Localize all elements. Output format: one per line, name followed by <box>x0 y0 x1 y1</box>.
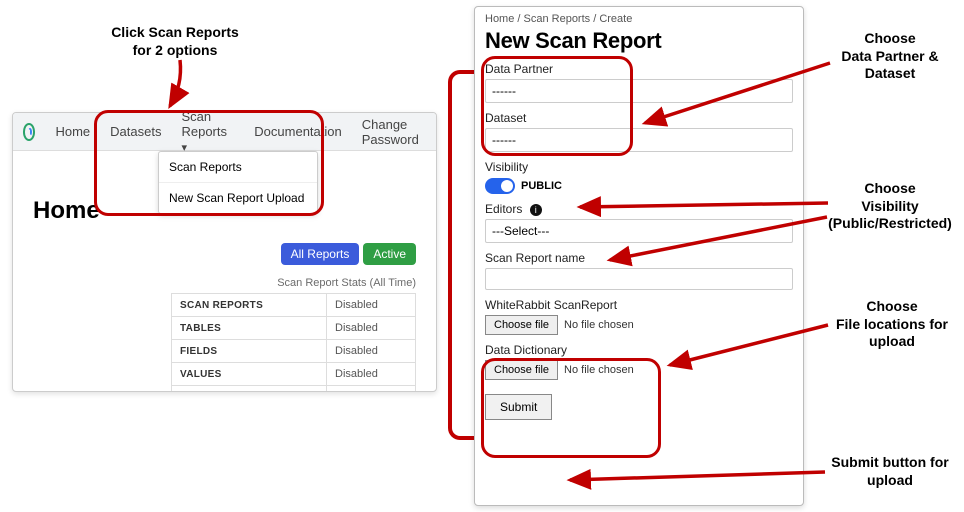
visibility-public-label: PUBLIC <box>521 180 562 192</box>
table-row: SCAN REPORTSDisabled <box>172 294 416 317</box>
nav-change-password[interactable]: Change Password <box>352 117 436 147</box>
breadcrumb: Home / Scan Reports / Create <box>485 13 793 25</box>
dropdown-scan-reports[interactable]: Scan Reports <box>159 152 317 182</box>
nav-datasets[interactable]: Datasets <box>100 124 171 139</box>
annotation-file: ChooseFile locations forupload <box>826 298 958 351</box>
annotation-submit: Submit button forupload <box>826 454 954 489</box>
bracket-icon <box>448 70 474 440</box>
topnav: Home Datasets Scan Reports Documentation… <box>13 113 436 151</box>
choose-file-dd-button[interactable]: Choose file <box>485 360 558 380</box>
arrow-editors-icon <box>595 215 845 275</box>
pill-active[interactable]: Active <box>363 243 416 265</box>
table-row: VALUESDisabled <box>172 363 416 386</box>
annotation-data-partner: ChooseData Partner &Dataset <box>826 30 954 83</box>
info-icon[interactable]: i <box>530 204 542 216</box>
arrow-submit-icon <box>555 462 835 492</box>
stats-table: SCAN REPORTSDisabled TABLESDisabled FIEL… <box>171 293 416 392</box>
file-status-wr: No file chosen <box>564 319 634 331</box>
table-row: MAPPING RULESDisabled <box>172 386 416 393</box>
annotation-nav: Click Scan Reportsfor 2 options <box>85 24 265 59</box>
left-screenshot: Home Datasets Scan Reports Documentation… <box>12 112 437 392</box>
stats-caption: Scan Report Stats (All Time) <box>33 277 416 289</box>
dropdown-new-upload[interactable]: New Scan Report Upload <box>159 182 317 213</box>
submit-button[interactable]: Submit <box>485 394 552 420</box>
table-row: TABLESDisabled <box>172 317 416 340</box>
scan-reports-dropdown: Scan Reports New Scan Report Upload <box>158 151 318 214</box>
annotation-visibility: ChooseVisibility(Public/Restricted) <box>826 180 954 233</box>
arrow-nav-icon <box>150 58 210 118</box>
nav-home[interactable]: Home <box>45 124 100 139</box>
pill-all-reports[interactable]: All Reports <box>281 243 360 265</box>
choose-file-wr-button[interactable]: Choose file <box>485 315 558 335</box>
visibility-toggle[interactable] <box>485 178 515 194</box>
file-status-dd: No file chosen <box>564 364 634 376</box>
app-logo-icon <box>23 123 35 141</box>
nav-documentation[interactable]: Documentation <box>244 124 351 139</box>
arrow-file-icon <box>630 310 840 380</box>
nav-scan-reports[interactable]: Scan Reports <box>171 112 244 154</box>
table-row: FIELDSDisabled <box>172 340 416 363</box>
arrow-data-partner-icon <box>605 48 845 168</box>
